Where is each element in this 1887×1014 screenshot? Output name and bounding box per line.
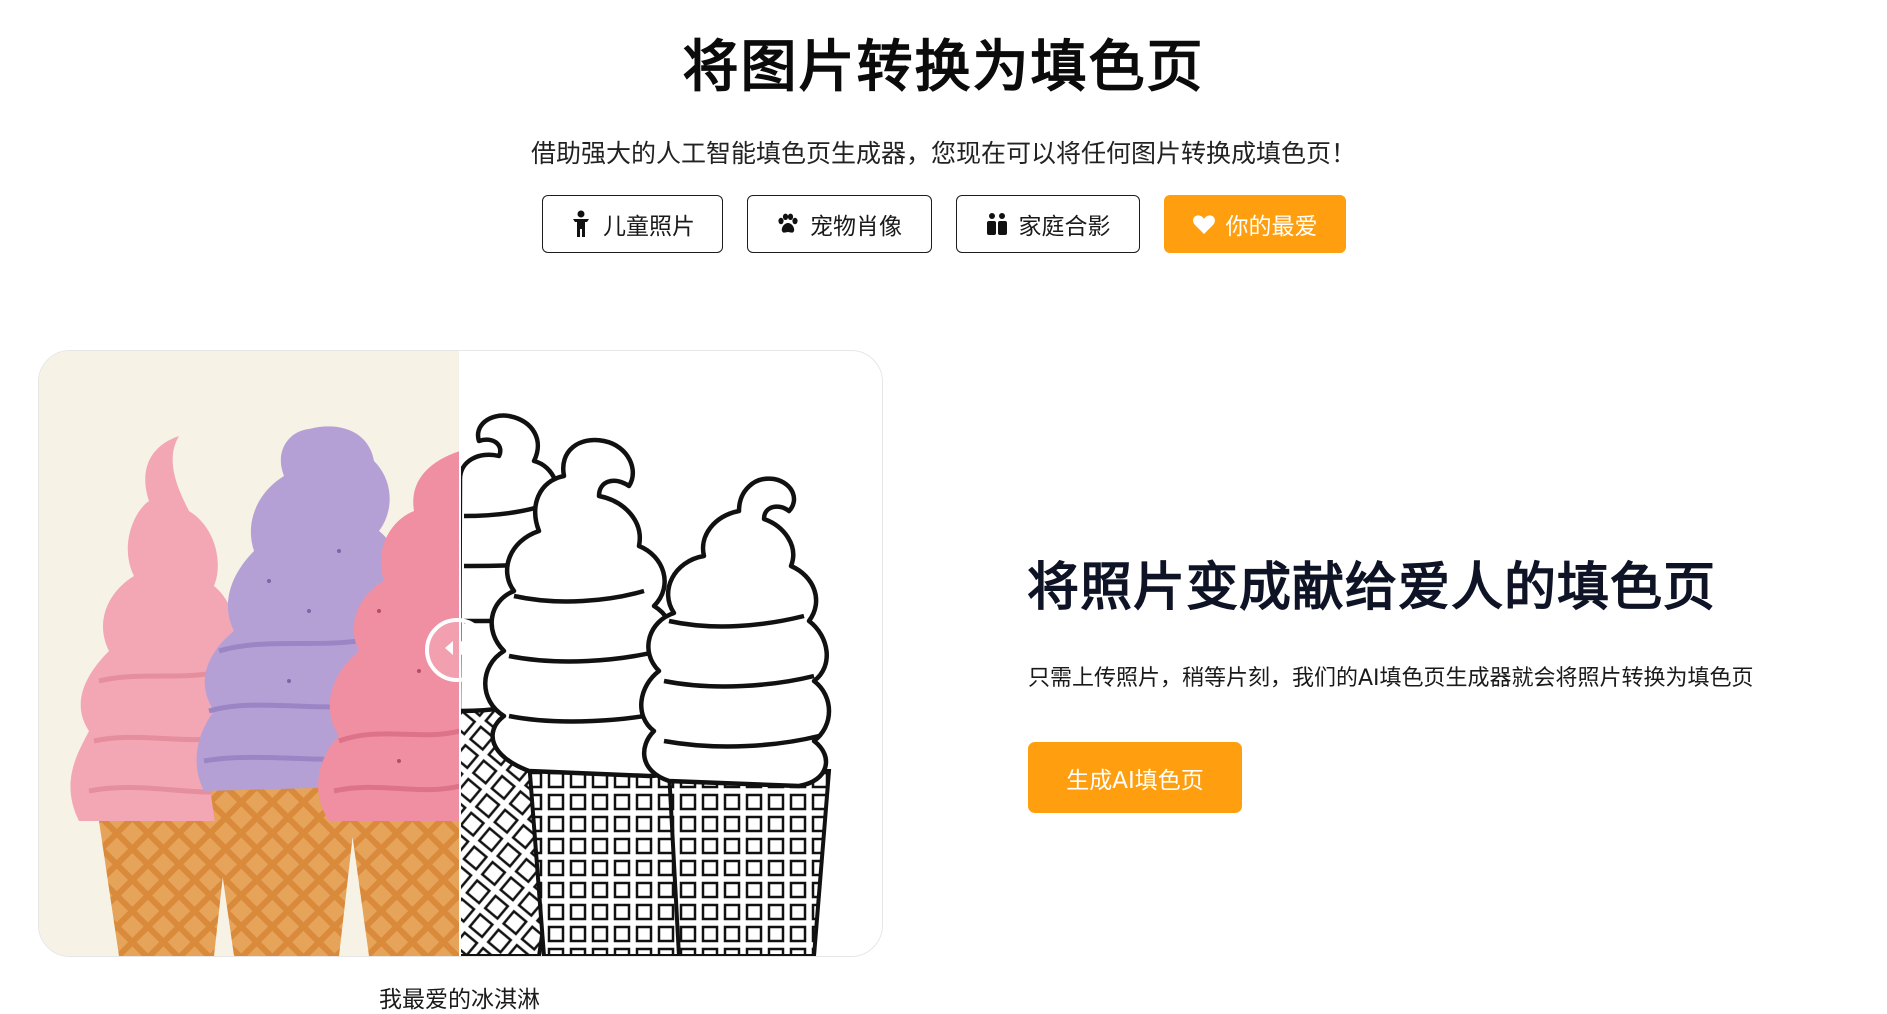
coloring-page-side bbox=[460, 351, 882, 956]
tab-label: 你的最爱 bbox=[1225, 214, 1318, 240]
feature-description: 只需上传照片，稍等片刻，我们的AI填色页生成器就会将照片转换为填色页 bbox=[1028, 666, 1754, 691]
feature-heading: 将照片变成献给爱人的填色页 bbox=[1027, 558, 1717, 618]
tab-label: 家庭合影 bbox=[1018, 214, 1111, 240]
tab-label: 宠物肖像 bbox=[810, 214, 902, 240]
paw-icon bbox=[776, 212, 800, 236]
tab-family-photos[interactable]: 家庭合影 bbox=[955, 195, 1140, 253]
child-icon bbox=[569, 210, 593, 237]
heart-icon bbox=[1192, 212, 1216, 236]
comparison-slider-handle[interactable] bbox=[425, 618, 489, 682]
chevron-left-icon bbox=[443, 639, 455, 661]
family-icon bbox=[985, 212, 1009, 236]
generate-coloring-page-button[interactable]: 生成AI填色页 bbox=[1028, 742, 1242, 813]
photo-side bbox=[39, 351, 460, 956]
chevron-right-icon bbox=[459, 639, 471, 661]
tab-label: 儿童照片 bbox=[603, 214, 695, 240]
image-caption: 我最爱的冰淇淋 bbox=[379, 987, 540, 1013]
tab-your-favorites[interactable]: 你的最爱 bbox=[1163, 195, 1346, 253]
tab-child-photos[interactable]: 儿童照片 bbox=[541, 195, 723, 253]
page-title: 将图片转换为填色页 bbox=[682, 35, 1205, 100]
tab-pet-portraits[interactable]: 宠物肖像 bbox=[746, 195, 932, 253]
category-tabs: 儿童照片 宠物肖像 家庭合影 你的最爱 bbox=[0, 195, 1887, 253]
page-subtitle: 借助强大的人工智能填色页生成器，您现在可以将任何图片转换成填色页！ bbox=[530, 139, 1356, 168]
